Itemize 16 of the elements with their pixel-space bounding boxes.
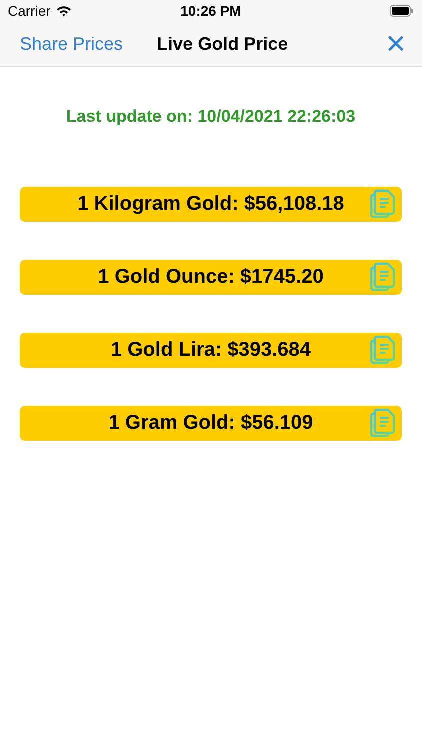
close-button[interactable]: × bbox=[386, 27, 406, 61]
copy-icon[interactable] bbox=[370, 408, 396, 438]
carrier-name: Carrier bbox=[8, 3, 51, 19]
copy-icon[interactable] bbox=[370, 189, 396, 219]
price-label: 1 Gold Lira: $393.684 bbox=[110, 339, 312, 362]
copy-icon[interactable] bbox=[370, 262, 396, 292]
nav-title: Live Gold Price bbox=[157, 34, 290, 54]
copy-icon[interactable] bbox=[370, 335, 396, 365]
share-prices-button[interactable]: Share Prices bbox=[20, 34, 124, 54]
price-label: 1 Gram Gold: $56.109 bbox=[108, 412, 314, 435]
battery-icon bbox=[390, 5, 414, 17]
last-update-text: Last update on: 10/04/2021 22:26:03 bbox=[65, 107, 357, 127]
status-time: 10:26 PM bbox=[180, 3, 242, 19]
price-label: 1 Kilogram Gold: $56,108.18 bbox=[78, 193, 344, 216]
wifi-icon bbox=[56, 5, 72, 17]
price-label: 1 Gold Ounce: $1745.20 bbox=[98, 266, 324, 289]
